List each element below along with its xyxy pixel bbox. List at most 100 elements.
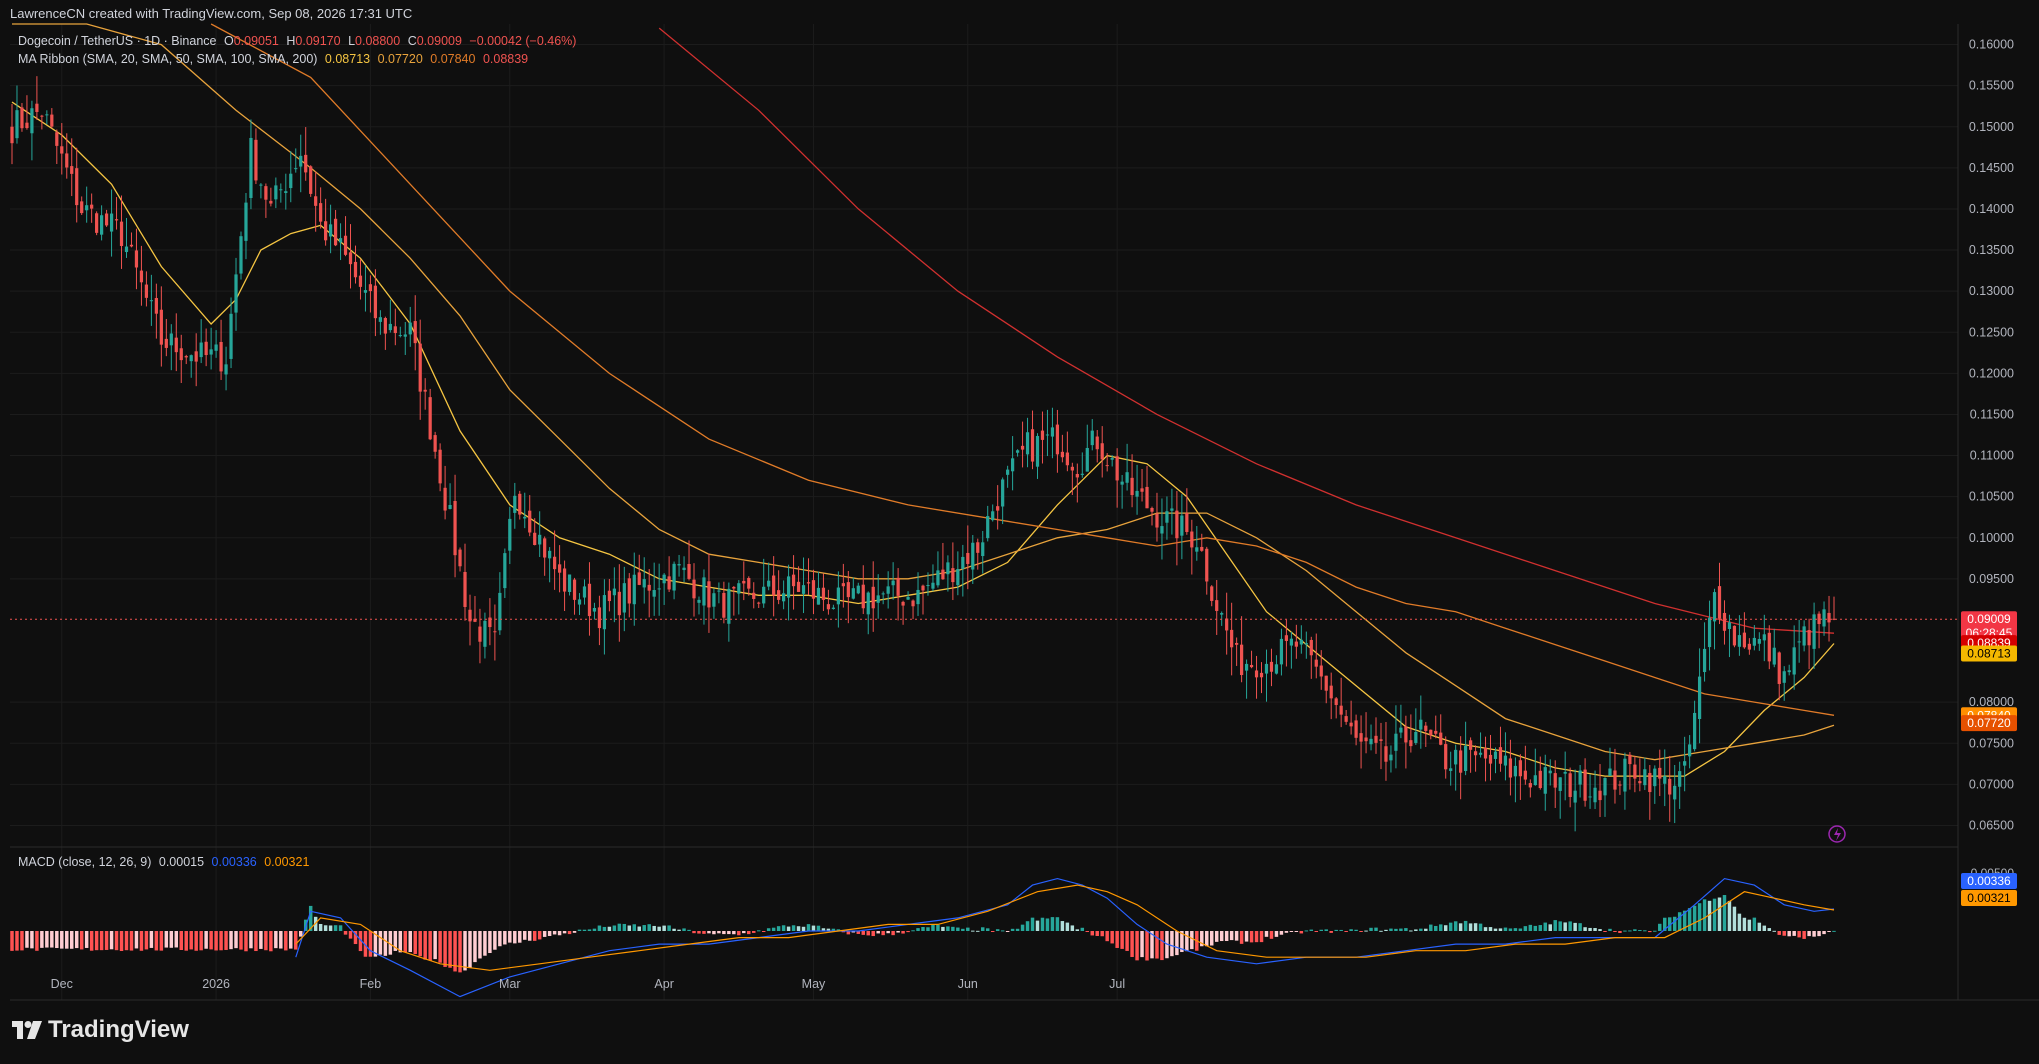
- tradingview-logo[interactable]: TradingView: [12, 1016, 189, 1044]
- macd-hist-bar: [194, 931, 198, 951]
- macd-hist-bar: [1777, 931, 1781, 935]
- macd-hist-bar: [801, 926, 806, 931]
- price-tick-label: 0.14000: [1969, 202, 2014, 216]
- macd-hist-bar: [532, 931, 537, 941]
- macd-hist-bar: [1827, 931, 1831, 932]
- candle-body: [373, 285, 378, 319]
- macd-hist-bar: [403, 931, 408, 953]
- candle-body: [757, 602, 761, 604]
- candle-body: [1085, 447, 1089, 472]
- macd-hist-bar: [732, 931, 736, 935]
- macd-hist-bar: [1593, 928, 1597, 931]
- macd-hist-bar: [1359, 931, 1363, 932]
- macd-hist-bar: [159, 931, 164, 951]
- candle-body: [592, 607, 597, 612]
- candle-body: [1359, 733, 1363, 742]
- candle-body: [1379, 739, 1383, 741]
- candle-body: [1225, 618, 1229, 631]
- candle-body: [856, 585, 860, 594]
- candle-body: [1140, 488, 1144, 492]
- candle-body: [891, 580, 895, 586]
- macd-hist-bar: [1638, 930, 1642, 932]
- macd-hist-bar: [1394, 928, 1398, 931]
- ma-legend[interactable]: MA Ribbon (SMA, 20, SMA, 50, SMA, 100, S…: [18, 52, 532, 66]
- price-tick-label: 0.07500: [1969, 736, 2014, 750]
- candle-body: [25, 122, 29, 129]
- macd-hist-bar: [1797, 931, 1801, 938]
- chart-svg[interactable]: 0.16000 0.15500 0.15000 0.14500 0.14000 0.135…: [0, 0, 2039, 1059]
- macd-hist-bar: [717, 931, 721, 934]
- candle-body: [1688, 744, 1692, 757]
- candle-body: [75, 168, 79, 206]
- macd-hist-bar: [1105, 931, 1109, 942]
- candle-body: [423, 389, 427, 392]
- candle-body: [826, 604, 831, 610]
- macd-hist-bar: [423, 931, 427, 960]
- candle-body: [35, 103, 39, 112]
- macd-hist-bar: [990, 931, 995, 932]
- candle-body: [1488, 754, 1493, 764]
- candle-body: [572, 579, 577, 600]
- candle-body: [1006, 469, 1010, 475]
- candle-body: [1205, 548, 1209, 582]
- macd-hist-bar: [961, 928, 965, 931]
- candle-body: [209, 349, 213, 355]
- macd-hist-bar: [463, 931, 467, 971]
- candle-body: [219, 341, 223, 372]
- macd-hist-bar: [179, 931, 183, 951]
- macd-hist-bar: [1628, 930, 1632, 932]
- macd-hist-bar: [30, 931, 34, 949]
- candle-body: [1523, 770, 1527, 780]
- macd-hist-bar: [1518, 928, 1523, 931]
- candle-body: [144, 284, 149, 298]
- macd-hist-bar: [1294, 931, 1299, 932]
- macd-hist-bar: [1010, 928, 1015, 931]
- macd-hist-bar: [1324, 929, 1328, 931]
- macd-hist-bar: [557, 931, 562, 936]
- macd-hist-bar: [1264, 931, 1269, 937]
- macd-hist-bar: [542, 931, 547, 937]
- candle-body: [722, 592, 726, 618]
- symbol-legend[interactable]: Dogecoin / TetherUS · 1D · Binance O0.09…: [18, 34, 580, 48]
- macd-hist-bar: [1070, 925, 1075, 931]
- candle-body: [777, 590, 781, 600]
- macd-hist-bar: [1404, 928, 1408, 931]
- sma20-badge-text: 0.08713: [1967, 647, 2011, 661]
- macd-hist-bar: [936, 924, 940, 931]
- candle-body: [1777, 652, 1781, 684]
- candle-body: [1339, 705, 1343, 715]
- macd-hist-bar: [1633, 929, 1637, 931]
- candle-body: [791, 574, 796, 587]
- candle-body: [498, 592, 502, 631]
- candle-body: [169, 333, 173, 346]
- macd-hist-bar: [811, 925, 816, 931]
- candle-body: [1001, 479, 1005, 507]
- candle-body: [1050, 427, 1055, 437]
- candle-body: [1538, 770, 1542, 789]
- candle-body: [363, 290, 368, 293]
- macd-hist-bar: [1319, 929, 1323, 931]
- candle-body: [1055, 424, 1060, 455]
- candle-body: [1767, 632, 1771, 662]
- candle-body: [1040, 430, 1045, 440]
- macd-hist-bar: [1478, 923, 1483, 931]
- candle-body: [1264, 663, 1269, 674]
- macd-hist-bar: [1687, 908, 1692, 931]
- macd-hist-bar: [796, 926, 801, 931]
- macd-hist-bar: [1807, 931, 1811, 937]
- macd-hist-bar: [995, 929, 1000, 931]
- candle-body: [1658, 767, 1662, 779]
- candle-body: [15, 110, 19, 139]
- candle-body: [677, 564, 681, 566]
- macd-hist-bar: [174, 931, 179, 948]
- candle-body: [368, 284, 373, 292]
- macd-hist-bar: [1185, 931, 1189, 952]
- macd-hist-bar: [1299, 931, 1304, 934]
- macd-hist-bar: [1234, 931, 1239, 941]
- macd-hist-bar: [582, 929, 587, 931]
- macd-hist-bar: [154, 931, 159, 951]
- macd-hist-bar: [1399, 928, 1403, 931]
- candle-body: [781, 593, 786, 602]
- macd-legend[interactable]: MACD (close, 12, 26, 9) 0.00015 0.00336 …: [18, 855, 313, 869]
- macd-hist-bar: [1443, 925, 1448, 931]
